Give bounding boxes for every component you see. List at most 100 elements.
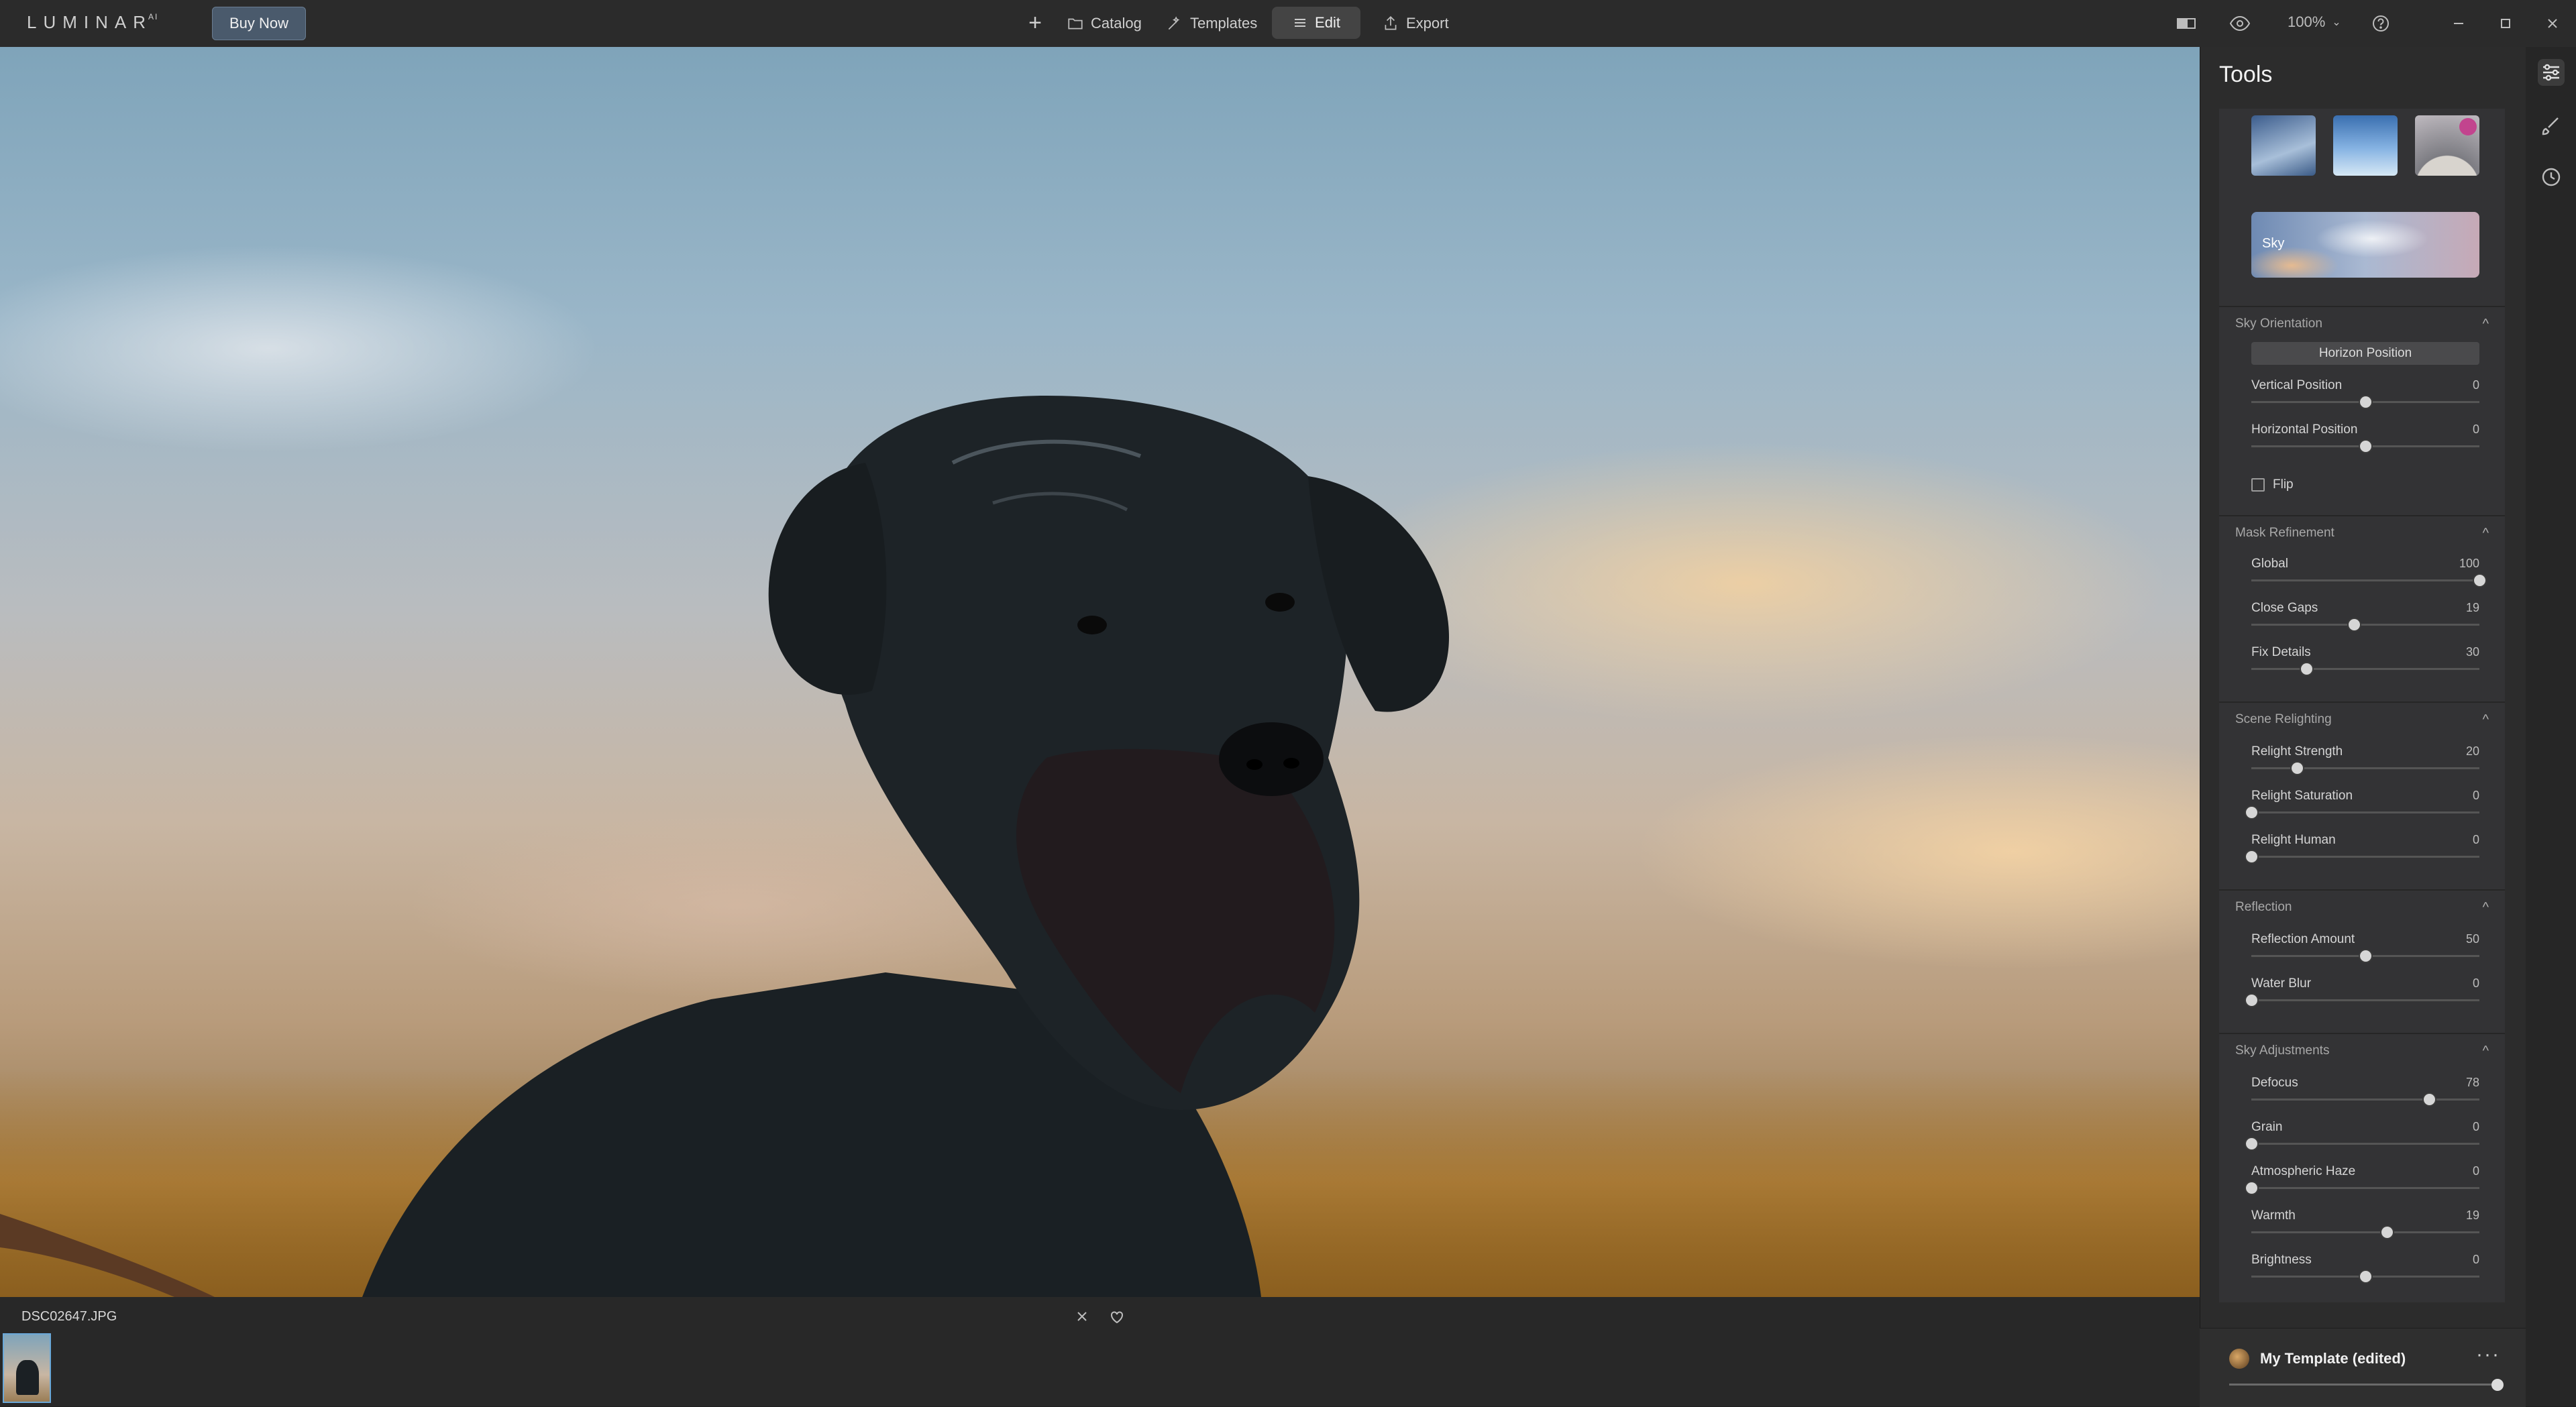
- maximize-icon[interactable]: [2494, 12, 2517, 35]
- slider-vertical-position[interactable]: Vertical Position 0: [2251, 378, 2479, 418]
- add-photo-icon[interactable]: +: [1025, 9, 1045, 36]
- nav-export[interactable]: Export: [1382, 7, 1449, 40]
- chevron-up-icon: ^: [2482, 1043, 2489, 1058]
- slider-relight-saturation[interactable]: Relight Saturation 0: [2246, 789, 2479, 829]
- scene-relighting-header[interactable]: Scene Relighting ^: [2219, 703, 2505, 736]
- slider-value: 19: [2465, 1208, 2479, 1222]
- slider-track[interactable]: [2251, 1231, 2479, 1233]
- slider-track[interactable]: [2251, 856, 2479, 858]
- sky-preset-thumb-3[interactable]: [2415, 115, 2479, 176]
- wand-icon: [1168, 16, 1180, 30]
- template-name[interactable]: My Template (edited): [2260, 1350, 2406, 1367]
- logo-suffix: AI: [148, 12, 159, 21]
- chevron-up-icon: ^: [2482, 316, 2489, 331]
- slider-track[interactable]: [2251, 999, 2479, 1001]
- brush-icon[interactable]: [2538, 113, 2565, 139]
- filmstrip-thumbnail[interactable]: [3, 1333, 51, 1403]
- selected-sky-thumbnail[interactable]: Sky: [2251, 212, 2479, 278]
- sliders-icon: [1295, 19, 1306, 27]
- slider-brightness[interactable]: Brightness 0: [2251, 1253, 2479, 1293]
- sky-preset-thumb-1[interactable]: [2251, 115, 2316, 176]
- slider-knob[interactable]: [2360, 441, 2371, 452]
- store-badge-icon: [2459, 118, 2477, 135]
- compare-icon[interactable]: [2175, 12, 2198, 35]
- slider-value: 0: [2472, 1253, 2479, 1266]
- slider-water-blur[interactable]: Water Blur 0: [2246, 976, 2479, 1017]
- horizon-position-button[interactable]: Horizon Position: [2251, 342, 2479, 365]
- flip-label: Flip: [2273, 477, 2294, 492]
- template-amount-knob[interactable]: [2491, 1379, 2504, 1391]
- zoom-select[interactable]: 100% ⌄: [2288, 13, 2341, 31]
- slider-knob[interactable]: [2246, 807, 2257, 818]
- checkbox-box[interactable]: [2251, 478, 2265, 492]
- reject-icon[interactable]: [1072, 1306, 1092, 1327]
- scene-relighting-title: Scene Relighting: [2235, 712, 2332, 726]
- template-more-icon[interactable]: ···: [2476, 1343, 2500, 1366]
- slider-track[interactable]: [2251, 1143, 2479, 1145]
- slider-warmth[interactable]: Warmth 19: [2251, 1208, 2479, 1249]
- slider-knob[interactable]: [2474, 575, 2485, 586]
- dog-photo: [0, 396, 1449, 1297]
- slider-track[interactable]: [2251, 767, 2479, 769]
- slider-track[interactable]: [2251, 1187, 2479, 1189]
- slider-knob[interactable]: [2246, 851, 2257, 862]
- template-amount-track[interactable]: [2229, 1384, 2498, 1386]
- slider-value: 0: [2472, 789, 2479, 802]
- slider-knob[interactable]: [2246, 995, 2257, 1006]
- sky-orientation-header[interactable]: Sky Orientation ^: [2219, 307, 2505, 341]
- slider-knob[interactable]: [2292, 763, 2303, 774]
- slider-horizontal-position[interactable]: Horizontal Position 0: [2251, 423, 2479, 463]
- slider-track[interactable]: [2251, 1099, 2479, 1101]
- slider-atmospheric-haze[interactable]: Atmospheric Haze 0: [2246, 1164, 2479, 1204]
- help-icon[interactable]: [2369, 12, 2392, 35]
- slider-label: Relight Saturation: [2251, 789, 2353, 803]
- slider-value: 50: [2465, 932, 2479, 946]
- slider-relight-strength[interactable]: Relight Strength 20: [2251, 744, 2479, 785]
- slider-grain[interactable]: Grain 0: [2246, 1120, 2479, 1160]
- slider-knob[interactable]: [2246, 1182, 2257, 1194]
- slider-knob[interactable]: [2349, 619, 2360, 630]
- mask-refinement-header[interactable]: Mask Refinement ^: [2219, 516, 2505, 550]
- sky-adjustments-section: Sky Adjustments ^ Defocus 78 Grain 0 Atm…: [2219, 1034, 2505, 1302]
- nav-catalog[interactable]: Catalog: [1067, 7, 1142, 40]
- preview-eye-icon[interactable]: [2229, 12, 2251, 35]
- history-clock-icon[interactable]: [2538, 164, 2565, 190]
- slider-knob[interactable]: [2424, 1094, 2435, 1105]
- sky-preset-thumb-2[interactable]: [2333, 115, 2398, 176]
- tools-scroll-area[interactable]: Sky Sky Orientation ^ Horizon Position V…: [2219, 109, 2505, 1363]
- tools-sliders-icon[interactable]: [2538, 59, 2565, 86]
- tool-rail: [2526, 47, 2576, 1406]
- slider-label: Brightness: [2251, 1253, 2312, 1267]
- slider-value: 78: [2465, 1076, 2479, 1089]
- slider-fix-details[interactable]: Fix Details 30: [2251, 645, 2479, 685]
- slider-knob[interactable]: [2301, 663, 2312, 675]
- slider-track[interactable]: [2251, 624, 2479, 626]
- slider-track[interactable]: [2251, 668, 2479, 670]
- close-window-icon[interactable]: [2541, 12, 2564, 35]
- nav-edit[interactable]: Edit: [1272, 7, 1360, 39]
- slider-value: 0: [2472, 378, 2479, 392]
- heart-icon[interactable]: [1107, 1306, 1127, 1327]
- slider-track[interactable]: [2251, 811, 2479, 813]
- slider-global[interactable]: Global 100: [2251, 557, 2485, 597]
- flip-checkbox[interactable]: Flip: [2251, 475, 2479, 495]
- slider-knob[interactable]: [2381, 1227, 2393, 1238]
- reflection-header[interactable]: Reflection ^: [2219, 891, 2505, 924]
- nav-templates[interactable]: Templates: [1166, 7, 1257, 40]
- photo-canvas[interactable]: [0, 47, 2200, 1297]
- sky-adjustments-header[interactable]: Sky Adjustments ^: [2219, 1034, 2505, 1068]
- template-thumbnail: [2229, 1349, 2249, 1369]
- slider-label: Relight Human: [2251, 833, 2336, 847]
- slider-track[interactable]: [2251, 579, 2479, 581]
- slider-knob[interactable]: [2360, 1271, 2371, 1282]
- chevron-up-icon: ^: [2482, 899, 2489, 915]
- slider-close-gaps[interactable]: Close Gaps 19: [2251, 601, 2479, 641]
- slider-knob[interactable]: [2360, 950, 2371, 962]
- slider-reflection-amount[interactable]: Reflection Amount 50: [2251, 932, 2479, 972]
- slider-relight-human[interactable]: Relight Human 0: [2246, 833, 2479, 873]
- slider-knob[interactable]: [2246, 1138, 2257, 1149]
- slider-defocus[interactable]: Defocus 78: [2251, 1076, 2479, 1116]
- minimize-icon[interactable]: [2447, 12, 2470, 35]
- buy-now-button[interactable]: Buy Now: [212, 7, 306, 40]
- slider-knob[interactable]: [2360, 396, 2371, 408]
